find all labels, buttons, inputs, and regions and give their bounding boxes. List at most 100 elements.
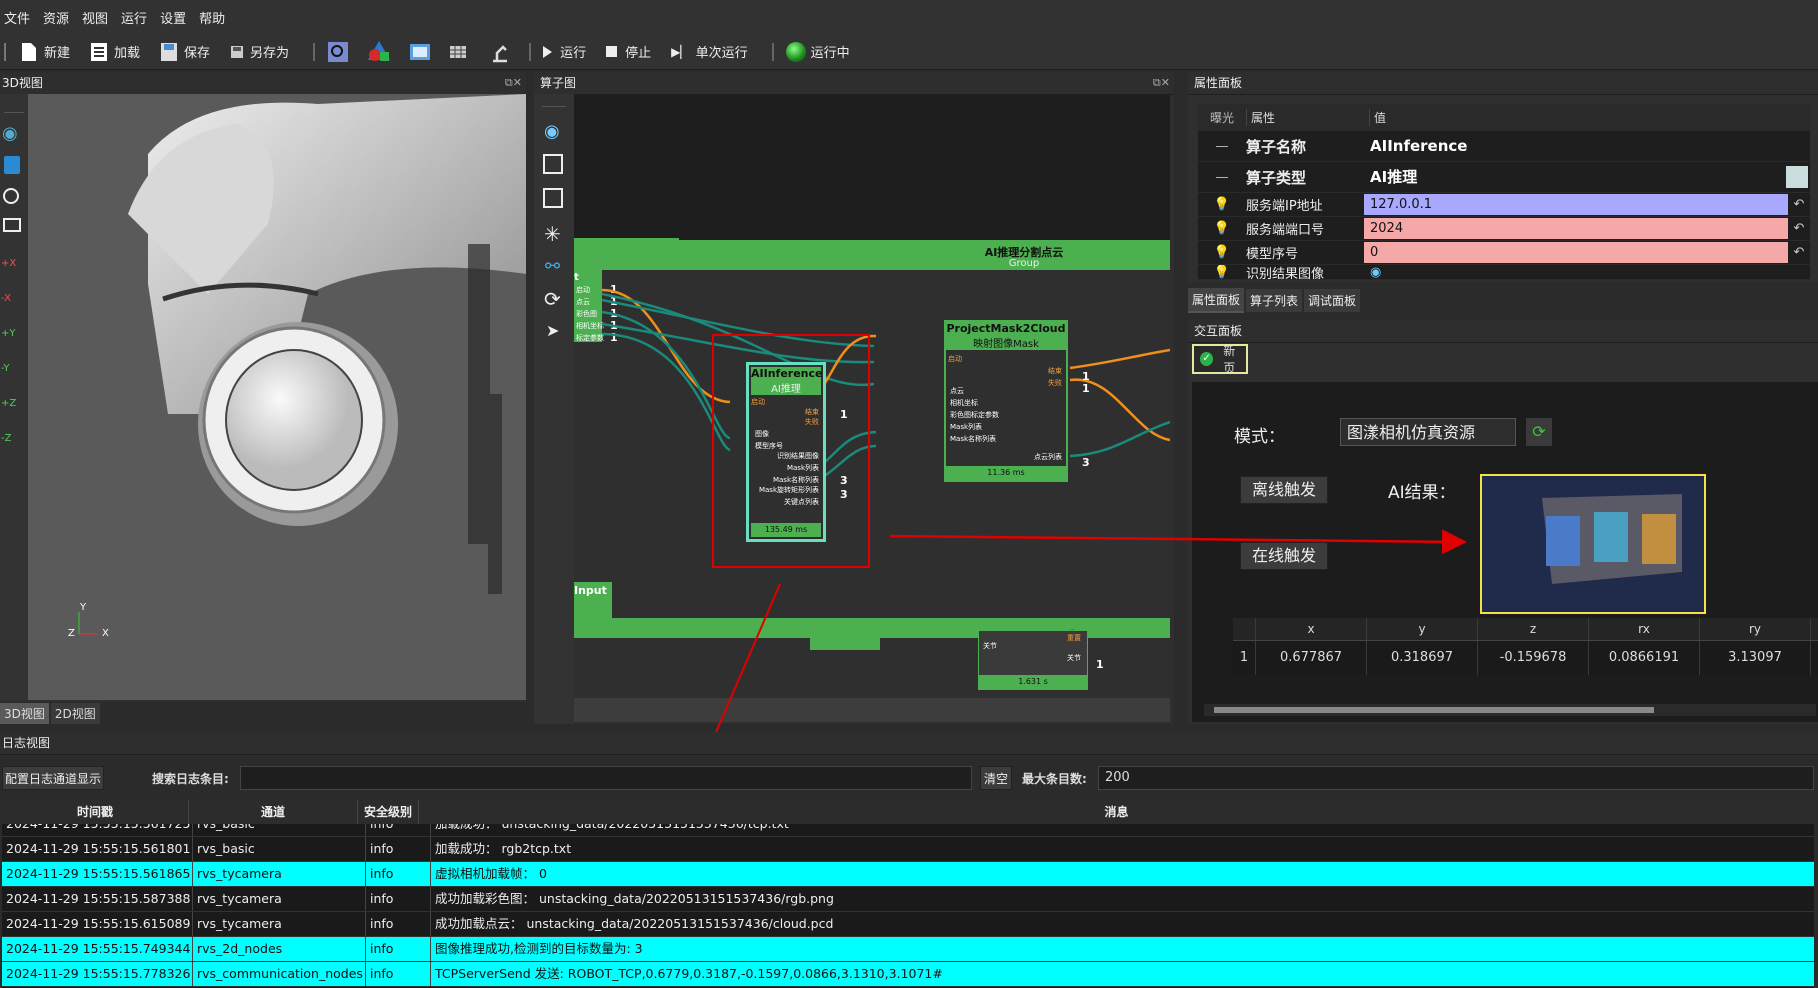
- stop-button[interactable]: 停止: [606, 42, 651, 61]
- mode-refresh-icon[interactable]: ⟳: [1526, 418, 1552, 446]
- log-row[interactable]: 2024-11-29 15:55:15.749344 rvs_2d_nodes in…: [2, 937, 1814, 962]
- horizontal-scrollbar[interactable]: [1204, 704, 1816, 716]
- log-row[interactable]: 2024-11-29 15:55:15.561865 rvs_tycamera in…: [2, 862, 1814, 887]
- grid-table-icon[interactable]: [449, 43, 467, 61]
- max-entries-input[interactable]: 200: [1098, 766, 1814, 790]
- bulb-icon-4[interactable]: 💡: [1198, 265, 1246, 279]
- prop-result-eye-icon[interactable]: ◉: [1364, 265, 1810, 279]
- pm-port-calib[interactable]: 彩色图标定参数: [950, 410, 999, 420]
- pm-port-camera[interactable]: 相机坐标: [950, 398, 978, 408]
- prop-result-label: 识别结果图像: [1246, 266, 1325, 280]
- page-tab-new[interactable]: ✓ 新页: [1192, 344, 1248, 375]
- target-icon[interactable]: [3, 188, 19, 204]
- menu-view[interactable]: 视图: [82, 8, 108, 27]
- screen-icon[interactable]: [3, 218, 21, 232]
- scrollbar-thumb[interactable]: [1214, 707, 1654, 713]
- menu-run[interactable]: 运行: [121, 8, 147, 27]
- bulb-icon-2[interactable]: 💡: [1198, 221, 1246, 236]
- header-property: 属性: [1246, 108, 1369, 126]
- minus-z-label[interactable]: -Z: [1, 421, 28, 456]
- graph-canvas[interactable]: AI推理分割点云 Group Input t 启动 点云 彩色图 相机坐标 标定…: [574, 94, 1170, 722]
- bulb-icon[interactable]: 💡: [1198, 197, 1246, 212]
- search-3d-icon[interactable]: [327, 41, 349, 63]
- robot-arm-icon[interactable]: [489, 41, 511, 63]
- fit-view-icon[interactable]: [543, 154, 563, 174]
- prop-name-value[interactable]: AIInference: [1364, 136, 1810, 157]
- plus-y-label[interactable]: +Y: [1, 316, 28, 351]
- log-row[interactable]: 2024-11-29 15:55:15.561801 rvs_basic info 加…: [2, 837, 1814, 862]
- plus-x-label[interactable]: +X: [1, 246, 28, 281]
- menu-file[interactable]: 文件: [4, 8, 30, 27]
- joint-node[interactable]: 关节 重置 关节 1.631 s: [978, 630, 1088, 690]
- load-button[interactable]: 加载: [90, 42, 140, 62]
- menu-settings[interactable]: 设置: [160, 8, 186, 27]
- plus-z-label[interactable]: +Z: [1, 386, 28, 421]
- pm-port-fail[interactable]: 失败: [1048, 378, 1062, 388]
- offline-trigger-button[interactable]: 离线触发: [1240, 476, 1328, 504]
- prop-port-value[interactable]: 2024: [1364, 218, 1788, 239]
- log-row[interactable]: 2024-11-29 15:55:15.778326 rvs_communicat…: [2, 962, 1814, 987]
- pm-port-start[interactable]: 启动: [948, 354, 962, 364]
- table-view-icon[interactable]: [1786, 166, 1808, 188]
- menu-resource[interactable]: 资源: [43, 8, 69, 27]
- mode-select[interactable]: 图漾相机仿真资源: [1340, 418, 1516, 446]
- single-run-button[interactable]: ▶▏ 单次运行: [671, 42, 747, 62]
- axis-buttons[interactable]: +X -X +Y -Y +Z -Z: [0, 246, 28, 456]
- search-log-input[interactable]: [240, 766, 972, 790]
- clear-button[interactable]: 清空: [980, 766, 1012, 790]
- prop-model-value[interactable]: 0: [1364, 242, 1788, 263]
- eye-icon[interactable]: ◉: [2, 123, 28, 144]
- connect-icon[interactable]: ⚯: [545, 256, 574, 277]
- pm-port-cloud[interactable]: 点云: [950, 386, 964, 396]
- view3d-canvas[interactable]: Y Z X: [28, 94, 526, 700]
- expand-icon[interactable]: ✳: [544, 222, 574, 246]
- running-status[interactable]: 运行中: [785, 41, 850, 62]
- ai-result-render: [1482, 476, 1704, 612]
- save-as-button[interactable]: 另存为: [230, 42, 289, 62]
- zoom-region-icon[interactable]: [543, 188, 563, 208]
- pm-port-mask-list[interactable]: Mask列表: [950, 422, 982, 432]
- undo-icon-2[interactable]: ↶: [1788, 221, 1810, 236]
- save-button[interactable]: 保存: [160, 42, 210, 62]
- coord-row[interactable]: 1 0.677867 0.318697 -0.159678 0.0866191 …: [1233, 640, 1818, 675]
- new-button[interactable]: 新建: [20, 42, 70, 62]
- run-button[interactable]: 运行: [543, 42, 586, 61]
- load-label: 加载: [114, 46, 141, 61]
- bulb-icon-3[interactable]: 💡: [1198, 245, 1246, 260]
- dock-close-icon[interactable]: ⧉✕: [505, 76, 522, 90]
- joint-out-port[interactable]: 关节: [1067, 653, 1081, 663]
- project-mask-node[interactable]: ProjectMask2Cloud 映射图像Mask 启动 点云 相机坐标 彩色…: [944, 320, 1068, 482]
- tab-property-panel[interactable]: 属性面板: [1188, 287, 1245, 313]
- tab-2d-view[interactable]: 2D视图: [50, 702, 100, 724]
- log-ts: 2024-11-29 15:55:15.587388: [2, 887, 193, 911]
- config-log-channel-button[interactable]: 配置日志通道显示: [2, 766, 104, 790]
- pm-port-mask-name-list[interactable]: Mask名称列表: [950, 434, 996, 444]
- minus-y-label[interactable]: -Y: [1, 351, 28, 386]
- graph-eye-icon[interactable]: ◉: [544, 121, 574, 142]
- shield-icon[interactable]: [4, 156, 20, 174]
- pm-node-title: ProjectMask2Cloud: [946, 322, 1066, 335]
- minus-x-label[interactable]: -X: [1, 281, 28, 316]
- prop-ip-value[interactable]: 127.0.0.1: [1364, 194, 1788, 215]
- joint-in-port[interactable]: 关节: [983, 641, 997, 651]
- tab-3d-view[interactable]: 3D视图: [0, 702, 49, 724]
- tab-debug-panel[interactable]: 调试面板: [1304, 288, 1361, 312]
- pm-port-cloud-list[interactable]: 点云列表: [1034, 452, 1062, 462]
- pm-port-end[interactable]: 结束: [1048, 366, 1062, 376]
- color-shapes-icon[interactable]: [367, 40, 391, 64]
- joint-reset-port[interactable]: 重置: [1067, 633, 1081, 643]
- log-row[interactable]: 2024-11-29 15:55:15.615089 rvs_tycamera in…: [2, 912, 1814, 937]
- online-trigger-button[interactable]: 在线触发: [1240, 542, 1328, 570]
- log-row[interactable]: 2024-11-29 15:55:15.561725rvs_basicinfo加…: [2, 824, 1814, 837]
- log-row[interactable]: 2024-11-29 15:55:15.587388 rvs_tycamera in…: [2, 887, 1814, 912]
- graph-dock-close-icon[interactable]: ⧉✕: [1153, 76, 1170, 90]
- header-value: 值: [1369, 108, 1810, 126]
- camera-capture-icon[interactable]: [409, 41, 431, 63]
- menu-help[interactable]: 帮助: [199, 8, 225, 27]
- collapsed-node[interactable]: [810, 630, 880, 650]
- refresh-icon[interactable]: ⟳: [544, 287, 574, 311]
- undo-icon-3[interactable]: ↶: [1788, 245, 1810, 260]
- cursor-icon[interactable]: ➤: [546, 321, 574, 340]
- tab-operator-list[interactable]: 算子列表: [1246, 288, 1303, 312]
- undo-icon[interactable]: ↶: [1788, 197, 1810, 212]
